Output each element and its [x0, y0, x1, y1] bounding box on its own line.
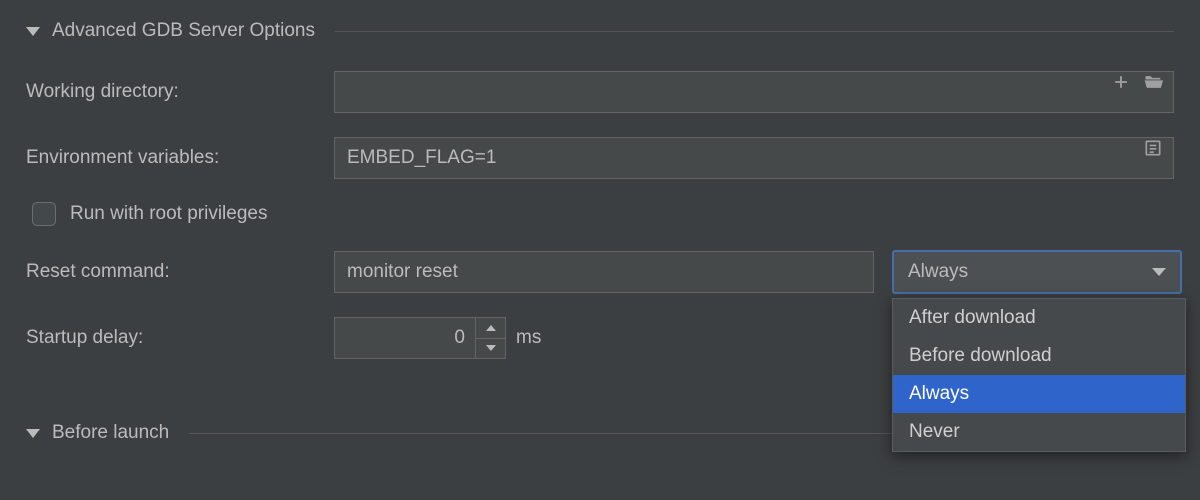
section-title: Advanced GDB Server Options: [52, 20, 315, 42]
arrow-down-icon: [486, 345, 496, 351]
expand-list-icon[interactable]: [1142, 137, 1164, 159]
row-working-directory: Working directory:: [26, 70, 1174, 114]
working-directory-label: Working directory:: [26, 81, 334, 103]
divider: [335, 31, 1174, 32]
env-vars-input[interactable]: [334, 137, 1174, 179]
env-vars-icons: [1142, 137, 1164, 159]
reset-mode-option[interactable]: Never: [893, 413, 1185, 451]
root-privileges-checkbox[interactable]: [32, 202, 56, 226]
reset-command-label: Reset command:: [26, 261, 334, 283]
startup-delay-label: Startup delay:: [26, 327, 334, 349]
spinner-up-button[interactable]: [476, 318, 505, 339]
section-title: Before launch: [52, 422, 169, 444]
row-env-vars: Environment variables:: [26, 136, 1174, 180]
reset-mode-option[interactable]: Before download: [893, 337, 1185, 375]
reset-command-input[interactable]: [334, 251, 874, 293]
startup-delay-spinner: [334, 317, 506, 359]
chevron-down-icon: [1152, 268, 1166, 276]
row-reset-command: Reset command: Always After download Bef…: [26, 250, 1174, 294]
section-header-advanced[interactable]: Advanced GDB Server Options: [26, 20, 1174, 42]
startup-delay-input[interactable]: [335, 318, 475, 358]
startup-delay-unit: ms: [516, 327, 541, 349]
browse-folder-icon[interactable]: [1142, 71, 1164, 93]
root-privileges-label: Run with root privileges: [70, 203, 267, 225]
reset-mode-menu: After download Before download Always Ne…: [892, 298, 1186, 452]
working-directory-input[interactable]: [334, 71, 1174, 113]
reset-mode-option[interactable]: Always: [893, 375, 1185, 413]
chevron-down-icon: [26, 27, 40, 36]
reset-mode-dropdown[interactable]: Always After download Before download Al…: [892, 250, 1182, 294]
row-root-privileges[interactable]: Run with root privileges: [32, 202, 1174, 226]
insert-macro-icon[interactable]: [1110, 71, 1132, 93]
chevron-down-icon: [26, 429, 40, 438]
reset-mode-selected: Always: [908, 261, 968, 283]
arrow-up-icon: [486, 325, 496, 331]
spinner-down-button[interactable]: [476, 339, 505, 359]
reset-mode-option[interactable]: After download: [893, 299, 1185, 337]
env-vars-label: Environment variables:: [26, 147, 334, 169]
working-directory-icons: [1110, 71, 1164, 93]
